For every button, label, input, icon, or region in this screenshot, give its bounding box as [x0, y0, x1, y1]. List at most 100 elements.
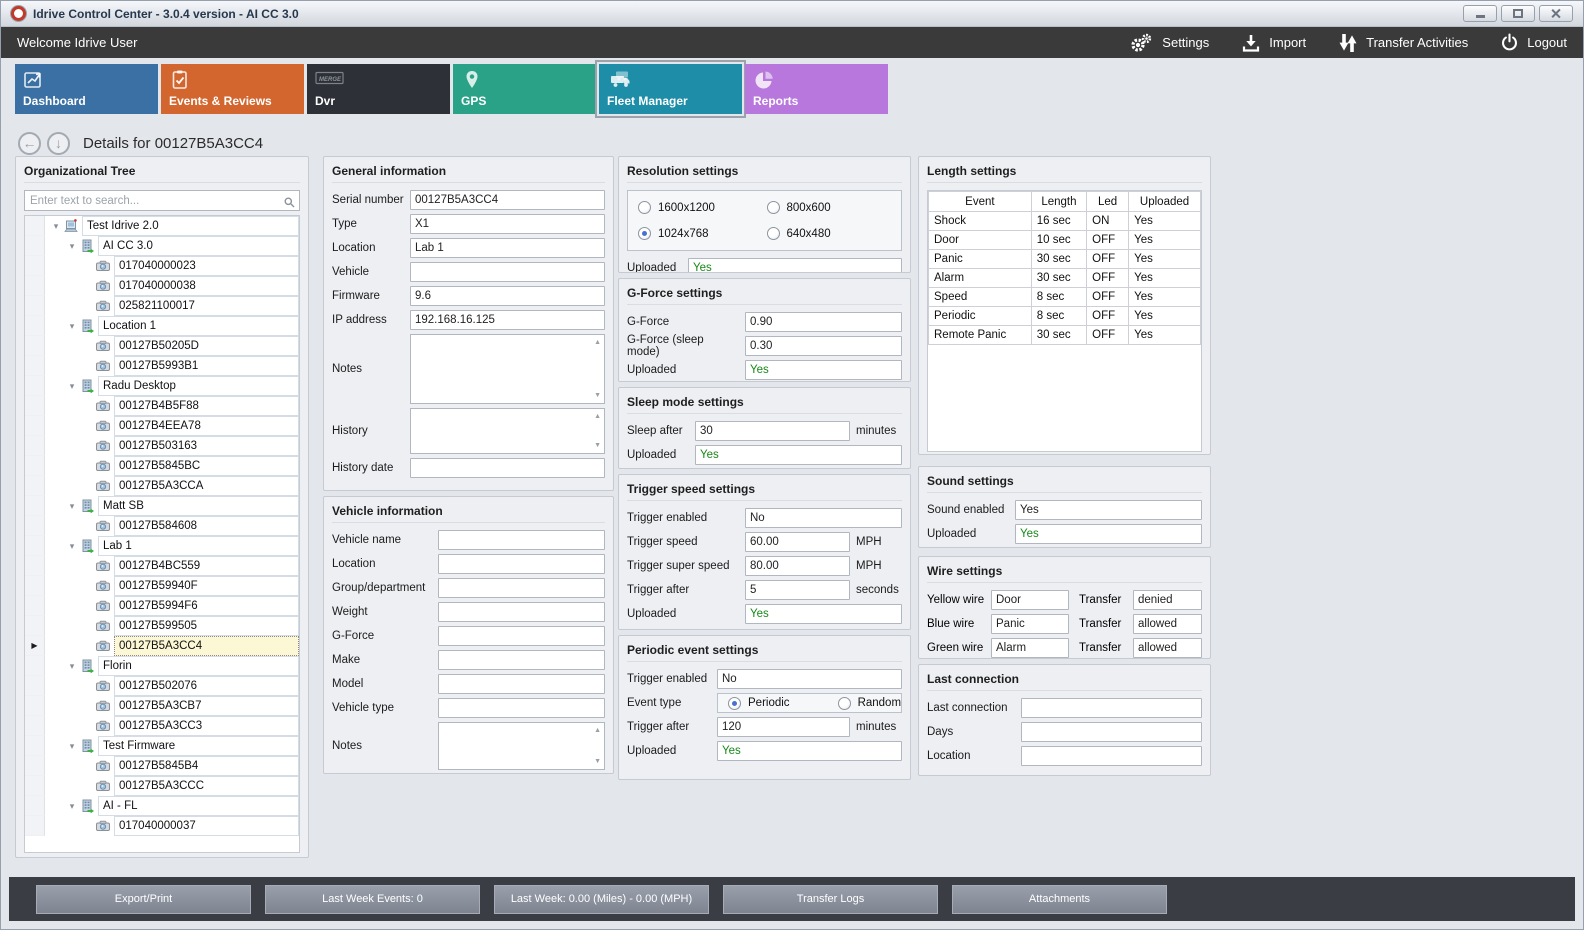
- last-week-0-00-miles-0-00-mph-button[interactable]: Last Week: 0.00 (Miles) - 0.00 (MPH): [494, 885, 709, 914]
- tree-row[interactable]: 00127B502076: [25, 676, 299, 696]
- tree-node-label[interactable]: 00127B5A3CC4: [114, 636, 299, 656]
- blue-wire-input[interactable]: [991, 614, 1069, 634]
- tree-node-label[interactable]: 00127B5A3CB7: [114, 696, 299, 716]
- logout-button[interactable]: Logout: [1500, 33, 1567, 52]
- trigger-speed-input[interactable]: [745, 532, 850, 552]
- sound-enabled-input[interactable]: [1015, 500, 1202, 520]
- trigger-after-input[interactable]: [745, 580, 850, 600]
- vehicle-notes-textarea[interactable]: [438, 722, 605, 770]
- close-button[interactable]: [1539, 5, 1573, 22]
- tree-node-label[interactable]: 017040000038: [114, 276, 299, 296]
- maximize-button[interactable]: [1501, 5, 1535, 22]
- tree-row[interactable]: ▾AI CC 3.0: [25, 236, 299, 256]
- tree-node-label[interactable]: 00127B5845BC: [114, 456, 299, 476]
- serial-number-input[interactable]: [410, 190, 605, 210]
- tree-node-label[interactable]: 00127B502076: [114, 676, 299, 696]
- tree-row[interactable]: 017040000037: [25, 816, 299, 836]
- tree-row[interactable]: 00127B59940F: [25, 576, 299, 596]
- vehicle-input[interactable]: [410, 262, 605, 282]
- radio-option-1600x1200[interactable]: 1600x1200: [638, 201, 763, 214]
- vehicle-type-input[interactable]: [438, 698, 605, 718]
- tab-dashboard[interactable]: Dashboard: [15, 64, 158, 114]
- tree-row[interactable]: 00127B5A3CC3: [25, 716, 299, 736]
- radio-option-periodic[interactable]: Periodic: [728, 697, 790, 710]
- settings-button[interactable]: Settings: [1128, 32, 1209, 54]
- tree-node-label[interactable]: 00127B5994F6: [114, 596, 299, 616]
- tree-node-label[interactable]: 00127B5A3CC3: [114, 716, 299, 736]
- expander-icon[interactable]: ▾: [65, 661, 79, 672]
- periodic-trigger-enabled-input[interactable]: [717, 669, 902, 689]
- tree-row[interactable]: 00127B584608: [25, 516, 299, 536]
- yellow-wire-transfer-input[interactable]: [1133, 590, 1202, 610]
- tree-row[interactable]: 017040000038: [25, 276, 299, 296]
- scroll-down-icon[interactable]: ▼: [594, 758, 601, 765]
- tree-node-label[interactable]: 00127B5A3CCC: [114, 776, 299, 796]
- tree-row[interactable]: ▾ Test Firmware: [25, 736, 299, 756]
- tree-node-label[interactable]: 017040000037: [114, 816, 299, 836]
- blue-wire-transfer-input[interactable]: [1133, 614, 1202, 634]
- radio-option-640x480[interactable]: 640x480: [767, 227, 892, 240]
- tab-gps[interactable]: GPS: [453, 64, 596, 114]
- group-department-input[interactable]: [438, 578, 605, 598]
- expander-icon[interactable]: ▾: [65, 501, 79, 512]
- scroll-down-icon[interactable]: ▼: [594, 442, 601, 449]
- green-wire-transfer-input[interactable]: [1133, 638, 1202, 658]
- tree-row[interactable]: 00127B5A3CB7: [25, 696, 299, 716]
- export-print-button[interactable]: Export/Print: [36, 885, 251, 914]
- tree-node-label[interactable]: Test Firmware: [98, 736, 299, 756]
- tab-dvr[interactable]: MERGEDvr: [307, 64, 450, 114]
- tree-node-label[interactable]: Test Idrive 2.0: [82, 216, 299, 236]
- tree-row[interactable]: 00127B5994F6: [25, 596, 299, 616]
- periodic-trigger-after-input[interactable]: [717, 717, 850, 737]
- trigger-super-speed-input[interactable]: [745, 556, 850, 576]
- location-input[interactable]: [438, 554, 605, 574]
- tree-node-label[interactable]: 00127B599505: [114, 616, 299, 636]
- tree-node-label[interactable]: 00127B5993B1: [114, 356, 299, 376]
- back-button[interactable]: ←: [18, 132, 41, 155]
- scroll-up-icon[interactable]: ▲: [594, 413, 601, 420]
- tree-node-label[interactable]: 00127B5A3CCA: [114, 476, 299, 496]
- tree-row[interactable]: ▾Test Idrive 2.0: [25, 216, 299, 236]
- tree-node-label[interactable]: Matt SB: [98, 496, 299, 516]
- tree-node-label[interactable]: 00127B4EEA78: [114, 416, 299, 436]
- tree-node-label[interactable]: AI - FL: [98, 796, 299, 816]
- tab-fleet-manager[interactable]: Fleet Manager: [599, 64, 742, 114]
- tree-node-label[interactable]: Radu Desktop: [98, 376, 299, 396]
- tree-row[interactable]: 00127B4BC559: [25, 556, 299, 576]
- scroll-down-icon[interactable]: ▼: [594, 392, 601, 399]
- type-input[interactable]: [410, 214, 605, 234]
- tree-node-label[interactable]: 00127B584608: [114, 516, 299, 536]
- history-date-input[interactable]: [410, 458, 605, 478]
- tree-row[interactable]: 00127B4EEA78: [25, 416, 299, 436]
- tree-row[interactable]: 017040000023: [25, 256, 299, 276]
- tree-node-label[interactable]: 017040000023: [114, 256, 299, 276]
- expander-icon[interactable]: ▾: [65, 741, 79, 752]
- last-week-events-0-button[interactable]: Last Week Events: 0: [265, 885, 480, 914]
- location-input[interactable]: [1021, 746, 1202, 766]
- trigger-enabled-input[interactable]: [745, 508, 902, 528]
- minimize-button[interactable]: [1463, 5, 1497, 22]
- tree-row[interactable]: 00127B5A3CCC: [25, 776, 299, 796]
- tree-row[interactable]: ▾Lab 1: [25, 536, 299, 556]
- last-connection-input[interactable]: [1021, 698, 1202, 718]
- transfer-logs-button[interactable]: Transfer Logs: [723, 885, 938, 914]
- tree-node-label[interactable]: Florin: [98, 656, 299, 676]
- tree-row[interactable]: 00127B5993B1: [25, 356, 299, 376]
- tree-node-label[interactable]: Lab 1: [98, 536, 299, 556]
- radio-option-800x600[interactable]: 800x600: [767, 201, 892, 214]
- transfer-activities-button[interactable]: Transfer Activities: [1338, 32, 1468, 54]
- tree-node-label[interactable]: 025821100017: [114, 296, 299, 316]
- tree-row[interactable]: 00127B50205D: [25, 336, 299, 356]
- tree-node-label[interactable]: 00127B5845B4: [114, 756, 299, 776]
- search-input[interactable]: [24, 190, 300, 211]
- tree-row[interactable]: ▾ Matt SB: [25, 496, 299, 516]
- location-input[interactable]: [410, 238, 605, 258]
- tree-row[interactable]: 00127B503163: [25, 436, 299, 456]
- expander-icon[interactable]: ▾: [65, 801, 79, 812]
- sleep-after-input[interactable]: [695, 421, 850, 441]
- tree-row[interactable]: ▾Location 1: [25, 316, 299, 336]
- tree-row[interactable]: ▶00127B5A3CC4: [25, 636, 299, 656]
- tree-node-label[interactable]: 00127B59940F: [114, 576, 299, 596]
- model-input[interactable]: [438, 674, 605, 694]
- vehicle-name-input[interactable]: [438, 530, 605, 550]
